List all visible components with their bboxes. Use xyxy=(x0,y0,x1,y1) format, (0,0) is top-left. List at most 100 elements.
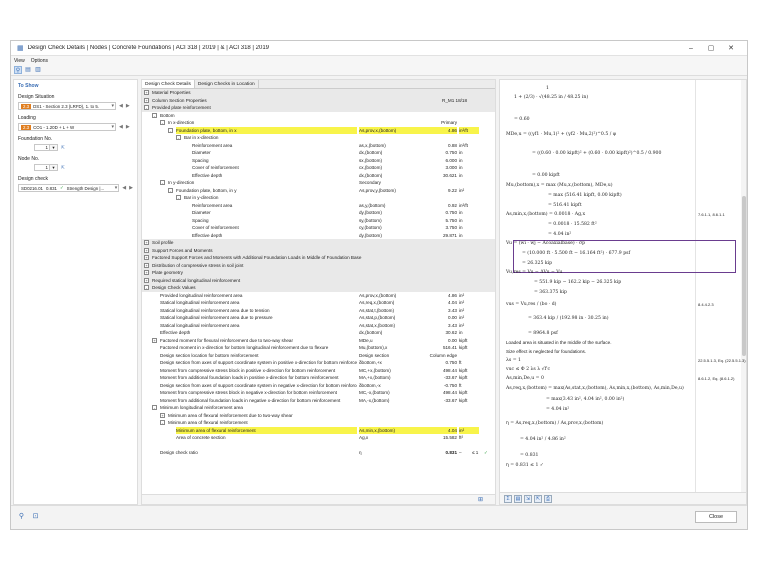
tree-row[interactable]: Statical longitudinal reinforcement area… xyxy=(142,322,495,330)
tree-row[interactable]: Effective depth dx,(bottom) 30.62 in xyxy=(142,329,495,337)
tree-row[interactable]: Statical longitudinal reinforcement area… xyxy=(142,299,495,307)
tree-row[interactable]: Design section from axes of support coor… xyxy=(142,382,495,390)
foundation-no-stepper[interactable]: 1 ▾ ⇱ xyxy=(34,144,133,151)
foundation-no-value[interactable]: 1 xyxy=(34,144,50,151)
expand-icon[interactable]: + xyxy=(144,90,149,95)
tree-row[interactable]: Statical longitudinal reinforcement area… xyxy=(142,307,495,315)
expand-icon[interactable]: ⇲ xyxy=(524,494,532,503)
tree-row[interactable]: - Foundation plate, bottom, in y As,prov,y… xyxy=(142,187,495,195)
tree-row[interactable]: - In y-direction Secondary xyxy=(142,179,495,187)
tree-row[interactable]: - Bar in y-direction xyxy=(142,194,495,202)
collapse-icon[interactable]: - xyxy=(176,195,181,200)
design-check-select[interactable]: SD0216.01 0.831 ✓ Strength Design |... ▾ xyxy=(18,184,120,192)
menu-options[interactable]: Options xyxy=(31,58,48,64)
formula-scrollbar[interactable] xyxy=(741,80,746,494)
tree-row[interactable]: Diameter dx,(bottom) 0.750 in xyxy=(142,149,495,157)
tree-row[interactable]: Effective depth dx,(bottom) 30.621 in xyxy=(142,172,495,180)
node-no-stepper[interactable]: 1 ▾ ⇱ xyxy=(34,164,133,171)
filter-icon[interactable]: ⚲ xyxy=(14,66,22,74)
tree-row[interactable]: - Foundation plate, bottom, in x As,prov,x… xyxy=(142,126,495,134)
tree-row[interactable]: Cover of reinforcement cy,(bottom) 3.750 in xyxy=(142,224,495,232)
tab-design-check-details[interactable]: Design Check Details xyxy=(142,80,195,88)
expand-icon[interactable]: + xyxy=(144,262,149,268)
tree-row[interactable]: - Minimum area of flexural reinforcement xyxy=(142,419,495,427)
next-icon[interactable]: ▶ xyxy=(126,124,130,130)
prev-icon[interactable]: ◀ xyxy=(119,124,123,130)
tree-row[interactable]: Provided longitudinal reinforcement area… xyxy=(142,292,495,300)
tree-row[interactable]: + Required statical longitudinal reinforc… xyxy=(142,276,495,284)
tree-row[interactable]: - In x-direction Primary xyxy=(142,119,495,127)
tree-row[interactable]: Cover of reinforcement cx,(bottom) 3.000 in xyxy=(142,164,495,172)
collapse-icon[interactable]: - xyxy=(160,180,165,185)
tree-row[interactable]: Minimum area of flexural reinforcement As… xyxy=(142,426,495,434)
expand-icon[interactable]: + xyxy=(144,270,149,275)
formula-view-icon[interactable]: Σ xyxy=(504,494,512,503)
collapse-icon[interactable]: - xyxy=(152,405,157,410)
tree-row[interactable]: Effective depth dy,(bottom) 29.871 in xyxy=(142,232,495,240)
collapse-icon[interactable]: - xyxy=(160,120,165,125)
print-icon[interactable]: ⎙ xyxy=(544,494,552,503)
collapse-icon[interactable]: - xyxy=(176,135,181,140)
units-icon[interactable]: ⊡ xyxy=(31,512,40,521)
node-no-value[interactable]: 1 xyxy=(34,164,50,171)
tree-row[interactable]: + Material Properties xyxy=(142,89,495,97)
tree-row[interactable]: Factored moment in x-direction for botto… xyxy=(142,344,495,352)
tree-row[interactable]: Spacing sy,(bottom) 5.750 in xyxy=(142,217,495,225)
chevron-down-icon[interactable]: ▾ xyxy=(50,144,58,151)
loading-select[interactable]: 2.3 CO1 - 1.20D + L + W ▾ xyxy=(18,123,116,131)
tree-row[interactable]: Area of concrete section Ag,x 15.582 ft² xyxy=(142,434,495,442)
tree-row[interactable]: - Design Check Values xyxy=(142,284,495,292)
pick-icon[interactable]: ⇱ xyxy=(61,145,65,151)
tree-row[interactable]: Reinforcement area as,y,(bottom) 0.92 in²/f… xyxy=(142,202,495,210)
tree-row[interactable]: Statical longitudinal reinforcement area… xyxy=(142,314,495,322)
tree-row[interactable]: - Bar in x-direction xyxy=(142,134,495,142)
tree-row[interactable]: + Plate geometry xyxy=(142,269,495,277)
tree-row[interactable]: Design section location for bottom reinf… xyxy=(142,352,495,360)
tree-row[interactable]: + Support Forces and Moments xyxy=(142,246,495,254)
collapse-icon[interactable]: - xyxy=(144,285,149,290)
tree-row[interactable]: - Bottom xyxy=(142,112,495,120)
tree-row[interactable]: - Minimum longitudinal reinforcement area xyxy=(142,404,495,412)
tree-row[interactable]: Moment from compressive stress block in … xyxy=(142,367,495,375)
export-icon[interactable]: ⊞ xyxy=(478,496,483,503)
table-view-icon[interactable]: ▤ xyxy=(514,494,522,503)
expand-icon[interactable]: + xyxy=(144,255,149,260)
tree-row[interactable]: Moment from additional foundation loads … xyxy=(142,397,495,405)
expand-icon[interactable]: + xyxy=(144,247,149,253)
next-icon[interactable]: ▶ xyxy=(126,103,130,109)
collapse-icon[interactable]: - xyxy=(160,420,165,425)
tree-row[interactable]: Reinforcement area as,x,(bottom) 0.88 in²/f… xyxy=(142,142,495,150)
tree-row[interactable]: + Factored moment for flexural reinforcem… xyxy=(142,337,495,345)
expand-icon[interactable]: + xyxy=(144,240,149,245)
menu-view[interactable]: View xyxy=(14,58,25,64)
collapse-icon[interactable]: - xyxy=(152,112,157,118)
chevron-down-icon[interactable]: ▾ xyxy=(50,164,58,171)
tree-row[interactable]: Spacing sx,(bottom) 6.000 in xyxy=(142,157,495,165)
tree-row[interactable]: Moment from additional foundation loads … xyxy=(142,374,495,382)
close-button[interactable]: Close xyxy=(695,511,737,523)
tree-row[interactable]: Design section from axes of support coor… xyxy=(142,359,495,367)
expand-icon[interactable]: + xyxy=(160,412,165,418)
scroll-thumb[interactable] xyxy=(742,196,746,356)
tab-design-checks-in-location[interactable]: Design Checks in Location xyxy=(195,80,259,88)
expand-icon[interactable]: + xyxy=(144,277,149,283)
tree-row[interactable]: + Factored Support Forces and Moments wit… xyxy=(142,254,495,262)
tree-row[interactable]: Diameter dy,(bottom) 0.750 in xyxy=(142,209,495,217)
table-icon[interactable]: ▤ xyxy=(24,66,32,74)
tree-row[interactable]: + Column Section Properties R_M1 18/18 xyxy=(142,96,495,104)
collapse-icon[interactable]: - xyxy=(168,187,173,193)
expand-icon[interactable]: + xyxy=(152,337,157,343)
maximize-icon[interactable]: ▢ xyxy=(701,44,721,52)
design-situation-select[interactable]: 2.3 DS1 - Section 2.3 (LRFD), 1. to 5. ▾ xyxy=(18,102,116,110)
collapse-icon[interactable]: - xyxy=(168,127,173,133)
tree-row[interactable]: Design check ratio η 0.831– ≤ 1 ✓ xyxy=(142,449,495,457)
tree-row[interactable]: - Provided plate reinforcement xyxy=(142,104,495,112)
tree-row[interactable] xyxy=(142,442,495,450)
prev-icon[interactable]: ◀ xyxy=(122,185,126,191)
tree-row[interactable]: Moment from compressive stress block in … xyxy=(142,389,495,397)
close-icon[interactable]: ✕ xyxy=(721,44,741,52)
collapse-icon[interactable]: ⇱ xyxy=(534,494,542,503)
tree-row[interactable]: + Soil profile xyxy=(142,239,495,247)
prev-icon[interactable]: ◀ xyxy=(119,103,123,109)
pick-icon[interactable]: ⇱ xyxy=(61,165,65,171)
